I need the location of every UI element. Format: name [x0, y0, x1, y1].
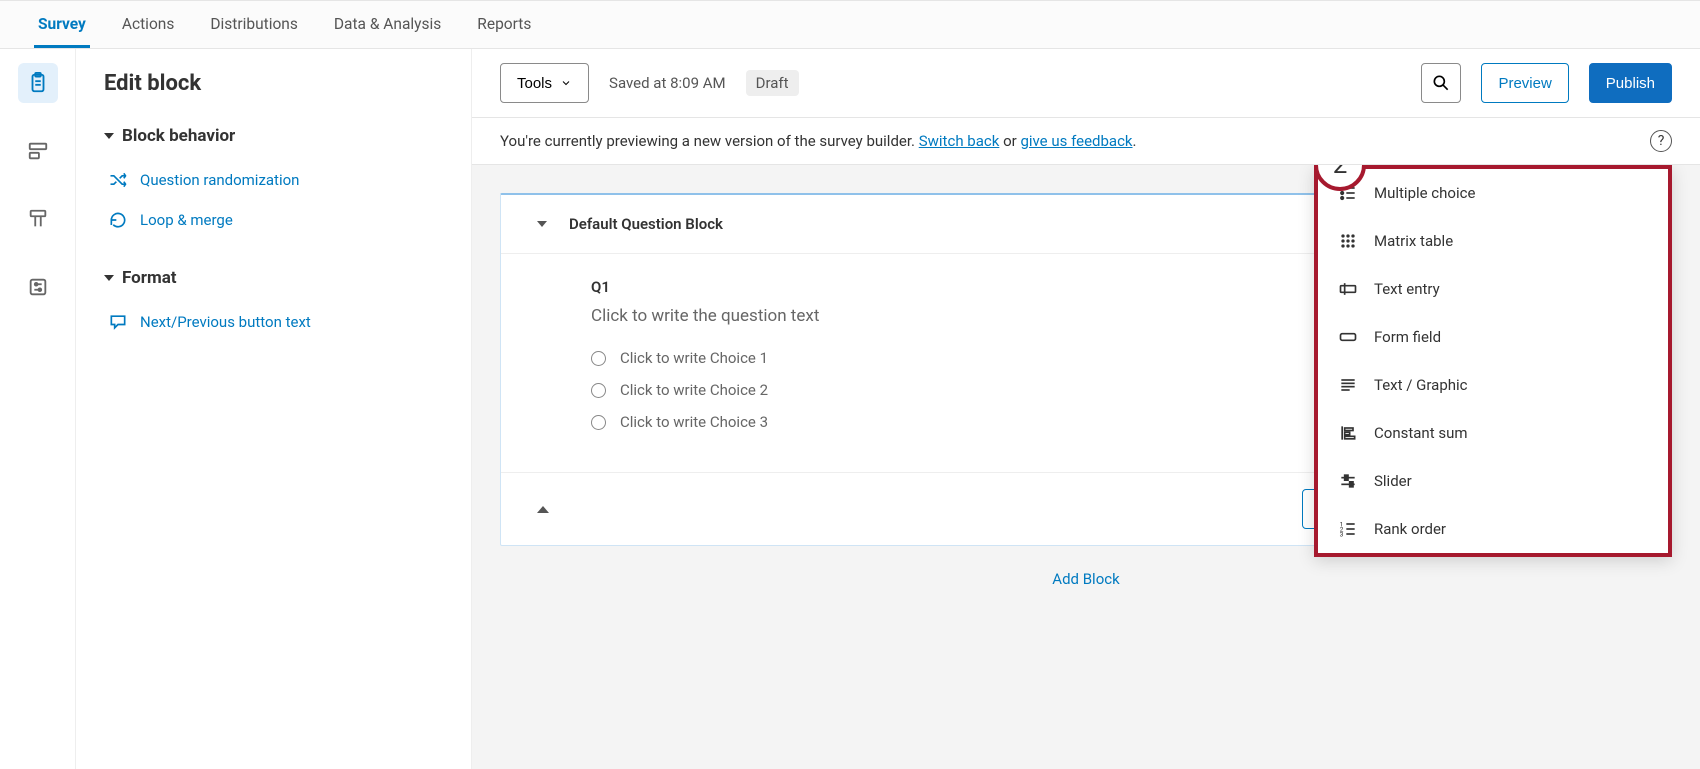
- link-next-prev-button-text[interactable]: Next/Previous button text: [104, 302, 443, 342]
- caret-down-icon: [537, 221, 547, 227]
- top-tabs: Survey Actions Distributions Data & Anal…: [0, 0, 1700, 49]
- loop-icon: [108, 210, 128, 230]
- shuffle-icon: [108, 170, 128, 190]
- link-question-randomization[interactable]: Question randomization: [104, 160, 443, 200]
- tab-survey[interactable]: Survey: [34, 1, 90, 48]
- tab-data-analysis[interactable]: Data & Analysis: [330, 1, 445, 48]
- section-block-behavior[interactable]: Block behavior: [104, 126, 443, 146]
- rail-look-feel-icon[interactable]: [18, 199, 58, 239]
- caret-down-icon: [104, 275, 114, 281]
- main-area: Tools Saved at 8:09 AM Draft Preview Pub…: [472, 49, 1700, 769]
- qtype-form-field[interactable]: Form field: [1318, 313, 1668, 361]
- qtype-multiple-choice[interactable]: Multiple choice: [1318, 169, 1668, 217]
- qtype-text-entry[interactable]: Text entry: [1318, 265, 1668, 313]
- bar-chart-icon: [1338, 423, 1358, 443]
- tools-button[interactable]: Tools: [500, 63, 589, 103]
- give-feedback-link[interactable]: give us feedback: [1020, 132, 1132, 150]
- main-toolbar: Tools Saved at 8:09 AM Draft Preview Pub…: [472, 49, 1700, 118]
- draft-badge: Draft: [746, 70, 799, 96]
- sliders-icon: [1338, 471, 1358, 491]
- choice-label: Click to write Choice 1: [620, 349, 768, 367]
- form-rect-icon: [1338, 327, 1358, 347]
- qtype-matrix-table[interactable]: Matrix table: [1318, 217, 1668, 265]
- link-loop-merge[interactable]: Loop & merge: [104, 200, 443, 240]
- numbered-list-icon: 123: [1338, 519, 1358, 539]
- tab-actions[interactable]: Actions: [118, 1, 178, 48]
- radio-icon: [591, 383, 606, 398]
- section-format[interactable]: Format: [104, 268, 443, 288]
- qtype-rank-order[interactable]: 123 Rank order: [1318, 505, 1668, 553]
- qtype-constant-sum[interactable]: Constant sum: [1318, 409, 1668, 457]
- caret-up-icon[interactable]: [537, 506, 549, 513]
- saved-status: Saved at 8:09 AM: [609, 74, 726, 92]
- radio-icon: [591, 351, 606, 366]
- publish-button[interactable]: Publish: [1589, 63, 1672, 103]
- left-rail: [0, 49, 76, 769]
- speech-icon: [108, 312, 128, 332]
- choice-label: Click to write Choice 2: [620, 381, 768, 399]
- grid-dots-icon: [1338, 231, 1358, 251]
- preview-button[interactable]: Preview: [1481, 63, 1568, 103]
- caret-down-icon: [104, 133, 114, 139]
- sidebar-panel: Edit block Block behavior Question rando…: [76, 49, 472, 769]
- choice-label: Click to write Choice 3: [620, 413, 768, 431]
- notice-bar: You're currently previewing a new versio…: [472, 118, 1700, 165]
- help-icon[interactable]: ?: [1650, 130, 1672, 152]
- radio-icon: [591, 415, 606, 430]
- tab-distributions[interactable]: Distributions: [206, 1, 302, 48]
- qtype-text-graphic[interactable]: Text / Graphic: [1318, 361, 1668, 409]
- block-title: Default Question Block: [569, 215, 723, 233]
- canvas: at Default Question Block Q1 Click to wr…: [472, 165, 1700, 769]
- sidebar-title: Edit block: [104, 71, 443, 96]
- search-icon: [1431, 73, 1451, 93]
- text-cursor-icon: [1338, 279, 1358, 299]
- svg-text:3: 3: [1340, 531, 1344, 539]
- switch-back-link[interactable]: Switch back: [919, 132, 1000, 150]
- rail-options-icon[interactable]: [18, 267, 58, 307]
- chevron-down-icon: [560, 77, 572, 89]
- paragraph-icon: [1338, 375, 1358, 395]
- rail-builder-icon[interactable]: [18, 63, 58, 103]
- notice-text: You're currently previewing a new versio…: [500, 132, 919, 150]
- question-type-menu: Multiple choice Matrix table Text entry …: [1314, 165, 1672, 557]
- search-button[interactable]: [1421, 63, 1461, 103]
- rail-flow-icon[interactable]: [18, 131, 58, 171]
- qtype-slider[interactable]: Slider: [1318, 457, 1668, 505]
- tab-reports[interactable]: Reports: [473, 1, 535, 48]
